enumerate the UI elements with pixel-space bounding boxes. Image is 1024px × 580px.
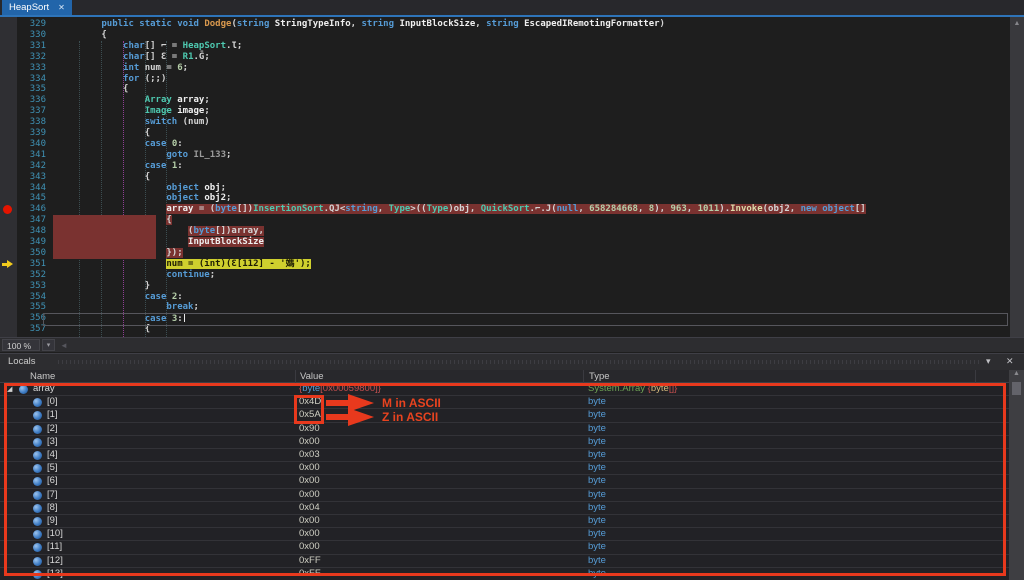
editor-bottom-bar: 100 % ▾ ◄ xyxy=(0,337,1024,352)
code-line[interactable]: 345 object obj2; xyxy=(0,193,1010,204)
column-header-name[interactable]: Name xyxy=(30,371,55,382)
line-number: 335 xyxy=(18,84,46,95)
code-line[interactable]: 340 case 0: xyxy=(0,139,1010,150)
code-line[interactable]: 346 array = (byte[])InsertionSort.QЈ<str… xyxy=(0,204,1010,215)
locals-title: Locals xyxy=(8,356,35,367)
line-number: 343 xyxy=(18,172,46,183)
code-line[interactable]: 329 public static void Dodge(string Stri… xyxy=(0,19,1010,30)
line-number: 344 xyxy=(18,183,46,194)
code-line[interactable]: 334 for (;;) xyxy=(0,74,1010,85)
annotation-array-box xyxy=(4,383,1006,576)
line-number: 342 xyxy=(18,161,46,172)
close-panel-icon[interactable]: ✕ xyxy=(1006,356,1014,367)
code-line[interactable]: 353 } xyxy=(0,281,1010,292)
line-number: 356 xyxy=(18,313,46,324)
tab-bar: HeapSort ✕ xyxy=(0,0,1024,15)
code-line[interactable]: 352 continue; xyxy=(0,270,1010,281)
line-number: 329 xyxy=(18,19,46,30)
line-number: 340 xyxy=(18,139,46,150)
line-number: 332 xyxy=(18,52,46,63)
hscroll-left-icon[interactable]: ◄ xyxy=(60,341,68,350)
tab-heapsort[interactable]: HeapSort ✕ xyxy=(2,0,72,15)
code-line[interactable]: 351 num = (int)(Ɛ[112] - '媽'); xyxy=(0,259,1010,270)
code-line[interactable]: 355 break; xyxy=(0,302,1010,313)
code-line[interactable]: 344 object obj; xyxy=(0,183,1010,194)
line-number: 350 xyxy=(18,248,46,259)
locals-vertical-scrollbar[interactable]: ▲ xyxy=(1009,370,1024,580)
code-line[interactable]: 330 { xyxy=(0,30,1010,41)
column-header-type[interactable]: Type xyxy=(589,371,610,382)
line-number: 339 xyxy=(18,128,46,139)
titlebar-grip xyxy=(58,360,980,364)
code-line[interactable]: 350 }); xyxy=(0,248,1010,259)
line-number: 341 xyxy=(18,150,46,161)
code-line[interactable]: 348 (byte[])array, xyxy=(0,226,1010,237)
code-editor[interactable]: 329 public static void Dodge(string Stri… xyxy=(0,17,1010,337)
code-line[interactable]: 338 switch (num) xyxy=(0,117,1010,128)
column-header-value[interactable]: Value xyxy=(300,371,324,382)
scroll-up-icon[interactable]: ▲ xyxy=(1013,370,1020,377)
line-number: 353 xyxy=(18,281,46,292)
zoom-level-select[interactable]: 100 % xyxy=(2,339,40,351)
code-line[interactable]: 354 case 2: xyxy=(0,292,1010,303)
code-line[interactable]: 335 { xyxy=(0,84,1010,95)
code-line[interactable]: 331 char[] ⌐ = HeapSort.Ɩ; xyxy=(0,41,1010,52)
scrollbar-thumb[interactable] xyxy=(1012,382,1021,395)
line-number: 345 xyxy=(18,193,46,204)
line-number: 349 xyxy=(18,237,46,248)
code-line[interactable]: 343 { xyxy=(0,172,1010,183)
line-number: 351 xyxy=(18,259,46,270)
current-statement-arrow-icon xyxy=(2,260,13,269)
tab-title: HeapSort xyxy=(9,2,49,13)
line-number: 355 xyxy=(18,302,46,313)
scroll-up-icon[interactable]: ▲ xyxy=(1014,20,1021,27)
locals-title-bar[interactable]: Locals ▾ ✕ xyxy=(0,354,1024,370)
annotation-label-m: M in ASCII xyxy=(382,396,441,410)
locals-column-header: Name Value Type xyxy=(0,370,1024,383)
line-number: 348 xyxy=(18,226,46,237)
editor-vertical-scrollbar[interactable]: ▲ xyxy=(1010,17,1024,337)
annotation-label-z: Z in ASCII xyxy=(382,410,438,424)
close-icon[interactable]: ✕ xyxy=(58,3,65,12)
caret-line-border xyxy=(43,313,1008,327)
line-number: 331 xyxy=(18,41,46,52)
line-number: 354 xyxy=(18,292,46,303)
line-number: 330 xyxy=(18,30,46,41)
line-number: 357 xyxy=(18,324,46,335)
line-number: 333 xyxy=(18,63,46,74)
annotation-arrow xyxy=(326,400,348,406)
code-line[interactable]: 336 Array array; xyxy=(0,95,1010,106)
annotation-arrow-head xyxy=(348,408,374,426)
code-line[interactable]: 332 char[] Ɛ = R1.Ḡ; xyxy=(0,52,1010,63)
line-number: 352 xyxy=(18,270,46,281)
line-number: 338 xyxy=(18,117,46,128)
line-number: 336 xyxy=(18,95,46,106)
window-menu-icon[interactable]: ▾ xyxy=(986,356,991,367)
code-line[interactable]: 341 goto IL_133; xyxy=(0,150,1010,161)
zoom-dropdown-icon[interactable]: ▾ xyxy=(42,339,55,351)
line-number: 347 xyxy=(18,215,46,226)
code-line[interactable]: 339 { xyxy=(0,128,1010,139)
vs-debugger-window: HeapSort ✕ 329 public static void Dodge(… xyxy=(0,0,1024,580)
code-line[interactable]: 337 Image image; xyxy=(0,106,1010,117)
annotation-arrow xyxy=(326,414,348,420)
line-number: 337 xyxy=(18,106,46,117)
line-number: 346 xyxy=(18,204,46,215)
code-line[interactable]: 349 InputBlockSize xyxy=(0,237,1010,248)
code-line[interactable]: 333 int num = 6; xyxy=(0,63,1010,74)
line-number: 334 xyxy=(18,74,46,85)
annotation-magic-bytes-box xyxy=(294,395,324,424)
code-line[interactable]: 347 { xyxy=(0,215,1010,226)
code-line[interactable]: 342 case 1: xyxy=(0,161,1010,172)
